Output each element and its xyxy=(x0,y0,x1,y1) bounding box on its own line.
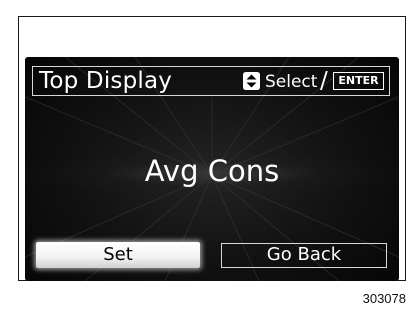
current-selection-value: Avg Cons xyxy=(144,154,280,188)
set-button[interactable]: Set xyxy=(36,242,200,268)
go-back-button[interactable]: Go Back xyxy=(221,243,387,268)
enter-key-icon: ENTER xyxy=(333,72,384,90)
up-down-arrows-icon xyxy=(243,72,260,90)
screen-title: Top Display xyxy=(39,68,173,94)
select-hint-label: Select xyxy=(265,72,318,92)
display-screen: Top Display Select / ENTER Avg Cons Set … xyxy=(25,57,399,281)
hint-separator: / xyxy=(320,68,328,94)
figure-frame: Top Display Select / ENTER Avg Cons Set … xyxy=(18,16,406,281)
header-bar: Top Display Select / ENTER xyxy=(32,66,390,96)
figure-number: 303078 xyxy=(362,291,406,306)
